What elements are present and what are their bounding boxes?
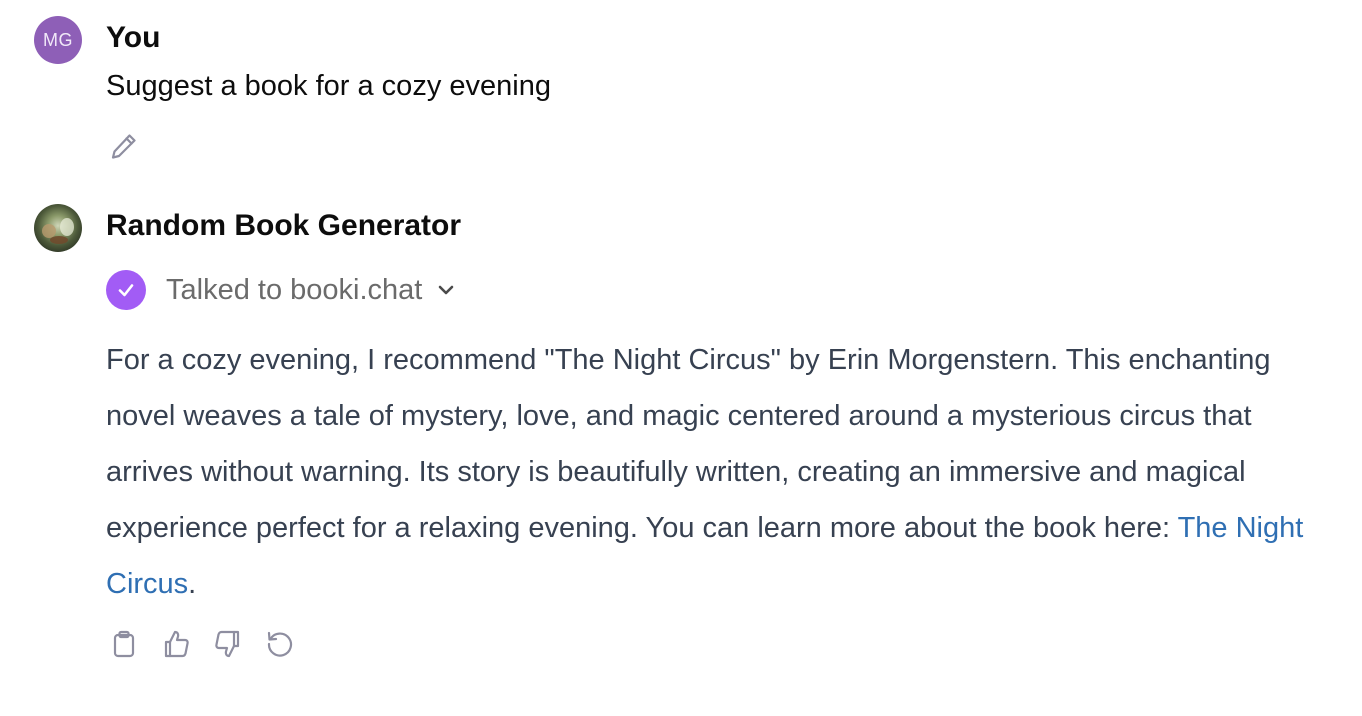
copy-icon[interactable] bbox=[106, 626, 142, 662]
user-message-text: Suggest a book for a cozy evening bbox=[106, 70, 551, 102]
user-avatar: MG bbox=[34, 16, 82, 64]
plugin-status-label: Talked to booki.chat bbox=[166, 273, 423, 306]
check-circle-icon bbox=[106, 270, 146, 310]
plugin-status[interactable]: Talked to booki.chat bbox=[106, 268, 1322, 312]
chat-page: MG You Suggest a book for a cozy evening… bbox=[0, 0, 1362, 716]
pencil-icon[interactable] bbox=[106, 128, 142, 164]
user-message-actions bbox=[106, 128, 1322, 164]
regenerate-icon[interactable] bbox=[262, 626, 298, 662]
user-message-content: You Suggest a book for a cozy evening bbox=[106, 16, 1322, 164]
user-author-name: You bbox=[106, 21, 161, 54]
assistant-author-name: Random Book Generator bbox=[106, 209, 462, 242]
assistant-message-content: Random Book Generator Talked to booki.ch… bbox=[106, 204, 1322, 664]
answer-text-end: . bbox=[188, 568, 197, 600]
thumbs-down-icon[interactable] bbox=[210, 626, 246, 662]
thumbs-up-icon[interactable] bbox=[158, 626, 194, 662]
assistant-message-text: For a cozy evening, I recommend "The Nig… bbox=[106, 332, 1328, 612]
user-avatar-initials: MG bbox=[43, 29, 73, 50]
chevron-down-icon[interactable] bbox=[436, 280, 456, 300]
assistant-message-actions bbox=[106, 624, 1322, 664]
answer-text: For a cozy evening, I recommend "The Nig… bbox=[106, 344, 1271, 544]
assistant-avatar bbox=[34, 204, 82, 252]
